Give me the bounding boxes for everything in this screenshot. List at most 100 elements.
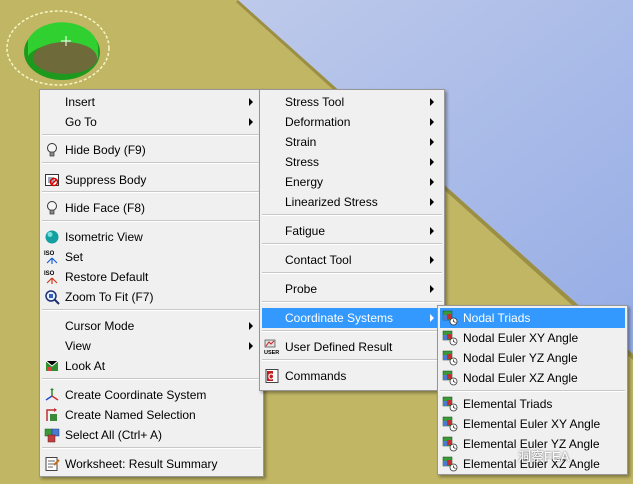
- worksheet-icon: [44, 456, 60, 472]
- submenu-arrow-icon: [430, 256, 434, 264]
- menu-separator: [42, 162, 261, 164]
- iso-restore-icon: ISO: [44, 269, 60, 285]
- submenu-arrow-icon: [430, 285, 434, 293]
- menu-separator: [42, 191, 261, 193]
- insert-submenu-item-fatigue[interactable]: Fatigue: [262, 221, 442, 241]
- svg-text:C: C: [268, 373, 274, 382]
- triad-icon: [442, 396, 458, 412]
- triad-icon: [442, 436, 458, 452]
- context-menu-item-label: Worksheet: Result Summary: [65, 457, 218, 471]
- insert-submenu-item-label: Commands: [285, 369, 347, 383]
- coordinate-systems-submenu-item-nodal-triads[interactable]: Nodal Triads: [440, 308, 625, 328]
- context-menu-item-isometric-view[interactable]: Isometric View: [42, 227, 261, 247]
- coordinate-system-icon: [44, 387, 60, 403]
- triad-icon: [442, 330, 458, 346]
- insert-submenu-item-label: Contact Tool: [285, 253, 352, 267]
- context-menu-item-insert[interactable]: Insert: [42, 92, 261, 112]
- lightbulb-icon: [44, 142, 60, 158]
- context-menu-item-restore-default[interactable]: ISO Restore Default: [42, 267, 261, 287]
- coordinate-systems-submenu-item-nodal-euler-yz-angle[interactable]: Nodal Euler YZ Angle: [440, 348, 625, 368]
- insert-submenu-item-label: Stress: [285, 155, 320, 169]
- coordinate-systems-submenu-item-label: Nodal Triads: [463, 311, 531, 325]
- insert-submenu-item-label: Energy: [285, 175, 324, 189]
- insert-submenu-item-stress[interactable]: Stress: [262, 152, 442, 172]
- triad-icon: [442, 310, 458, 326]
- menu-separator: [42, 309, 261, 311]
- context-menu-item-suppress-body[interactable]: Suppress Body: [42, 170, 261, 190]
- menu-separator: [262, 301, 442, 303]
- svg-text:USER: USER: [264, 350, 279, 355]
- menu-separator: [42, 447, 261, 449]
- coordinate-systems-submenu-item-nodal-euler-xy-angle[interactable]: Nodal Euler XY Angle: [440, 328, 625, 348]
- menu-separator: [42, 378, 261, 380]
- insert-submenu-item-label: User Defined Result: [285, 340, 393, 354]
- context-menu-item-go-to[interactable]: Go To: [42, 112, 261, 132]
- context-menu: Insert Go To Hide Body (F9) Suppress Body Hi…: [39, 89, 264, 477]
- insert-submenu: Stress Tool Deformation Strain Stress Energy…: [259, 89, 445, 391]
- context-menu-item-label: Isometric View: [65, 230, 143, 244]
- menu-separator: [262, 272, 442, 274]
- coordinate-systems-submenu-item-nodal-euler-xz-angle[interactable]: Nodal Euler XZ Angle: [440, 368, 625, 388]
- context-menu-item-hide-body-f9[interactable]: Hide Body (F9): [42, 140, 261, 160]
- coordinate-systems-submenu-item-elemental-euler-xy-angle[interactable]: Elemental Euler XY Angle: [440, 414, 625, 434]
- context-menu-item-look-at[interactable]: Look At: [42, 356, 261, 376]
- insert-submenu-item-contact-tool[interactable]: Contact Tool: [262, 250, 442, 270]
- insert-submenu-item-label: Coordinate Systems: [285, 311, 394, 325]
- menu-separator: [42, 220, 261, 222]
- svg-text:ISO: ISO: [44, 251, 55, 257]
- svg-text:ISO: ISO: [44, 271, 55, 277]
- context-menu-item-label: Restore Default: [65, 270, 149, 284]
- insert-submenu-item-commands[interactable]: C Commands: [262, 366, 442, 386]
- menu-separator: [440, 390, 625, 392]
- insert-submenu-item-probe[interactable]: Probe: [262, 279, 442, 299]
- insert-submenu-item-label: Deformation: [285, 115, 351, 129]
- insert-submenu-item-label: Probe: [285, 282, 318, 296]
- triad-icon: [442, 370, 458, 386]
- zoom-fit-icon: [44, 289, 60, 305]
- context-menu-item-view[interactable]: View: [42, 336, 261, 356]
- submenu-arrow-icon: [430, 98, 434, 106]
- menu-separator: [42, 134, 261, 136]
- coordinate-systems-submenu-item-elemental-triads[interactable]: Elemental Triads: [440, 394, 625, 414]
- context-menu-item-label: Insert: [65, 95, 96, 109]
- watermark: 洞察FEA: [518, 449, 570, 464]
- context-menu-item-label: Suppress Body: [65, 173, 147, 187]
- context-menu-item-label: View: [65, 339, 91, 353]
- submenu-arrow-icon: [430, 178, 434, 186]
- insert-submenu-item-deformation[interactable]: Deformation: [262, 112, 442, 132]
- coordinate-systems-submenu-item-label: Nodal Euler XY Angle: [463, 331, 579, 345]
- context-menu-item-label: Look At: [65, 359, 106, 373]
- context-menu-item-label: Zoom To Fit (F7): [65, 290, 154, 304]
- insert-submenu-item-user-defined-result[interactable]: USER User Defined Result: [262, 337, 442, 357]
- context-menu-item-worksheet-result-summary[interactable]: Worksheet: Result Summary: [42, 454, 261, 474]
- context-menu-item-label: Create Coordinate System: [65, 388, 207, 402]
- select-all-icon: [44, 427, 60, 443]
- triad-icon: [442, 350, 458, 366]
- context-menu-item-label: Hide Body (F9): [65, 143, 146, 157]
- context-menu-item-hide-face-f8[interactable]: Hide Face (F8): [42, 198, 261, 218]
- triad-icon: [442, 416, 458, 432]
- insert-submenu-item-linearized-stress[interactable]: Linearized Stress: [262, 192, 442, 212]
- context-menu-item-label: Go To: [65, 115, 97, 129]
- submenu-arrow-icon: [249, 342, 253, 350]
- insert-submenu-item-stress-tool[interactable]: Stress Tool: [262, 92, 442, 112]
- context-menu-item-create-named-selection[interactable]: Create Named Selection: [42, 405, 261, 425]
- submenu-arrow-icon: [430, 314, 434, 322]
- context-menu-item-zoom-to-fit-f7[interactable]: Zoom To Fit (F7): [42, 287, 261, 307]
- look-at-icon: [44, 358, 60, 374]
- insert-submenu-item-label: Linearized Stress: [285, 195, 378, 209]
- context-menu-item-create-coordinate-system[interactable]: Create Coordinate System: [42, 385, 261, 405]
- context-menu-item-label: Select All (Ctrl+ A): [65, 428, 163, 442]
- suppress-icon: [44, 172, 60, 188]
- insert-submenu-item-energy[interactable]: Energy: [262, 172, 442, 192]
- iso-set-icon: ISO: [44, 249, 60, 265]
- menu-separator: [262, 359, 442, 361]
- context-menu-item-label: Cursor Mode: [65, 319, 135, 333]
- insert-submenu-item-coordinate-systems[interactable]: Coordinate Systems: [262, 308, 442, 328]
- coordinate-systems-submenu-item-label: Nodal Euler XZ Angle: [463, 371, 578, 385]
- triad-icon: [442, 456, 458, 472]
- context-menu-item-set[interactable]: ISO Set: [42, 247, 261, 267]
- context-menu-item-select-all-ctrl-a[interactable]: Select All (Ctrl+ A): [42, 425, 261, 445]
- context-menu-item-cursor-mode[interactable]: Cursor Mode: [42, 316, 261, 336]
- insert-submenu-item-strain[interactable]: Strain: [262, 132, 442, 152]
